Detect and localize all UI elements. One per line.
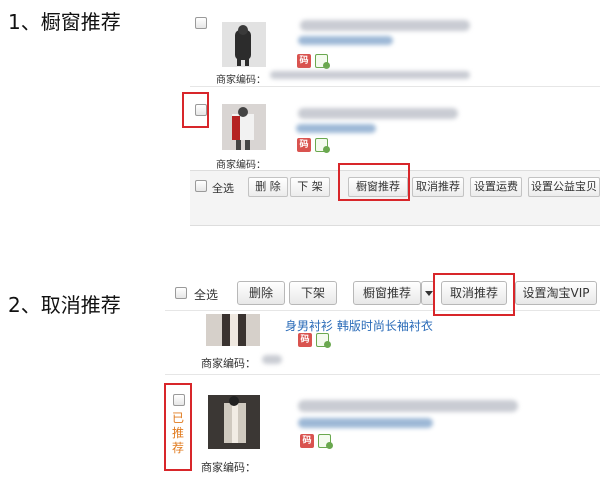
highlight-recommended-badge [164, 383, 192, 471]
row-divider [165, 374, 600, 375]
highlight-window-recommend [338, 163, 410, 201]
chevron-down-icon [425, 291, 433, 296]
merchant-code-label: 商家编码： [216, 75, 266, 86]
product-image [208, 395, 260, 449]
row-divider [190, 86, 600, 87]
delist-button[interactable]: 下架 [289, 281, 337, 305]
select-all-label: 全选 [194, 288, 219, 302]
item-title[interactable]: 身男衬衫 韩版时尚长袖衬衣 [285, 317, 433, 334]
merchant-code-label: 商家编码： [216, 160, 266, 171]
product-thumbnail[interactable] [208, 395, 260, 449]
mobile-icon [315, 54, 330, 69]
select-all-label: 全选 [212, 182, 234, 195]
merchant-code-label: 商家编码： [201, 357, 256, 370]
mobile-icon [318, 434, 333, 449]
code-badge: 码 [297, 54, 311, 68]
merchant-code-label: 商家编码： [201, 461, 256, 474]
cancel-recommend-button[interactable]: 取消推荐 [412, 177, 464, 197]
select-all-checkbox[interactable] [195, 180, 207, 192]
toolbar-divider [165, 310, 600, 311]
item-checkbox[interactable] [195, 17, 207, 29]
product-thumbnail[interactable] [206, 314, 260, 346]
step-1-title: 1、橱窗推荐 [8, 10, 121, 34]
merchant-code-blurred [270, 71, 470, 79]
delist-button[interactable]: 下 架 [290, 177, 330, 197]
delete-button[interactable]: 删除 [237, 281, 285, 305]
item-subtitle-blurred [298, 36, 393, 45]
item-subtitle-blurred [296, 124, 376, 133]
window-recommend-button[interactable]: 橱窗推荐 [353, 281, 421, 305]
product-image [206, 314, 260, 346]
step-2-title: 2、取消推荐 [8, 293, 121, 317]
product-thumbnail[interactable] [222, 104, 266, 150]
merchant-code-blurred [262, 355, 282, 364]
delete-button[interactable]: 删 除 [248, 177, 288, 197]
mobile-icon [316, 333, 331, 348]
mobile-icon [315, 138, 330, 153]
item-list-panel-2: 全选 删除 下架 橱窗推荐 取消推荐 设置淘宝VIP 身男衬衫 韩版时尚长袖衬衣… [165, 276, 600, 477]
item-title-blurred[interactable] [300, 20, 470, 31]
set-shipping-button[interactable]: 设置运费 [470, 177, 522, 197]
select-all-checkbox[interactable] [175, 287, 187, 299]
product-image [222, 22, 266, 67]
product-thumbnail[interactable] [222, 22, 266, 67]
code-badge: 码 [298, 333, 312, 347]
item-subtitle-blurred [298, 418, 433, 428]
set-charity-button[interactable]: 设置公益宝贝 [528, 177, 600, 197]
highlight-checkbox-1 [182, 92, 209, 128]
highlight-cancel-recommend [433, 273, 515, 316]
set-vip-button[interactable]: 设置淘宝VIP [515, 281, 597, 305]
product-image [222, 104, 266, 150]
code-badge: 码 [297, 138, 311, 152]
item-title-blurred[interactable] [298, 108, 458, 119]
code-badge: 码 [300, 434, 314, 448]
item-title-blurred[interactable] [298, 400, 518, 412]
